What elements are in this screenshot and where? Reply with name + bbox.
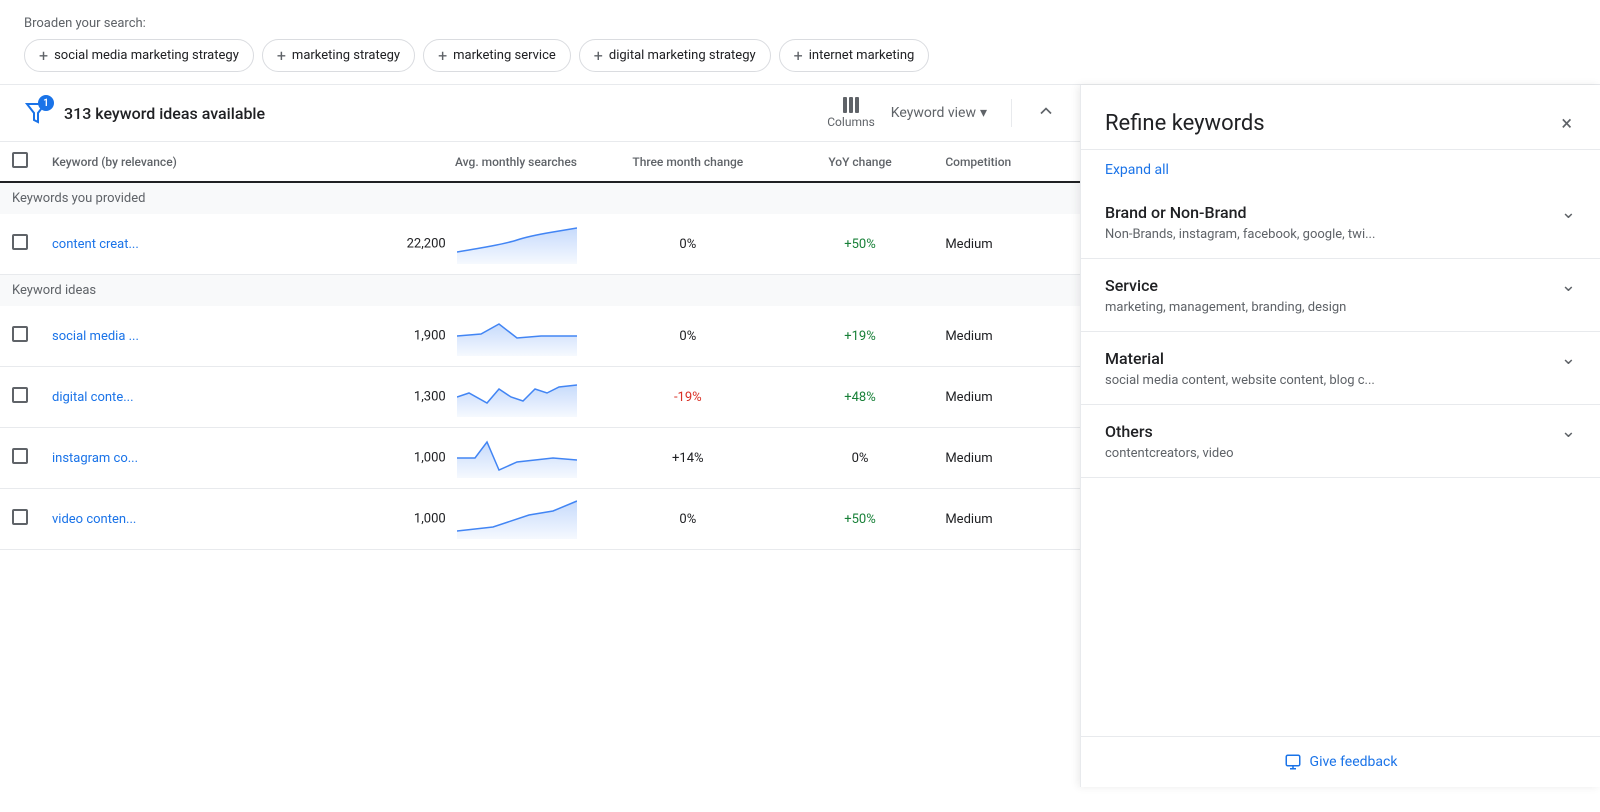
section-label: Keyword ideas xyxy=(0,275,1080,307)
toolbar: 1 313 keyword ideas available Columns Ke… xyxy=(0,85,1080,142)
keywords-table: Keyword (by relevance) Avg. monthly sear… xyxy=(0,142,1080,550)
yoy-cell: +19% xyxy=(787,306,934,367)
three-month-cell: 0% xyxy=(589,306,787,367)
row-checkbox[interactable] xyxy=(12,448,28,464)
keyword-cell: content creat... xyxy=(40,214,304,275)
three-month-cell: +14% xyxy=(589,428,787,489)
chevron-down-icon: ⌄ xyxy=(1561,202,1576,223)
header-three-month: Three month change xyxy=(589,142,787,182)
feedback-label: Give feedback xyxy=(1310,754,1398,770)
table-row: content creat... 22,200 0% +50% Medium xyxy=(0,214,1080,275)
yoy-cell: +48% xyxy=(787,367,934,428)
table-row: instagram co... 1,000 +14% 0% Medium xyxy=(0,428,1080,489)
table-row: digital conte... 1,300 -19% +48% Medium xyxy=(0,367,1080,428)
yoy-cell: 0% xyxy=(787,428,934,489)
three-month-cell: -19% xyxy=(589,367,787,428)
avg-monthly-cell: 1,000 xyxy=(304,489,589,550)
keyword-cell: instagram co... xyxy=(40,428,304,489)
broaden-chip[interactable]: +marketing strategy xyxy=(262,39,415,72)
collapse-button[interactable] xyxy=(1036,101,1056,125)
refine-item-title: Others xyxy=(1105,422,1153,441)
header-competition: Competition xyxy=(933,142,1080,182)
section-ideas: Keyword ideas xyxy=(0,275,1080,307)
row-checkbox[interactable] xyxy=(12,234,28,250)
select-all-checkbox[interactable] xyxy=(12,152,28,168)
refine-item-title: Brand or Non-Brand xyxy=(1105,203,1247,222)
expand-all-link[interactable]: Expand all xyxy=(1081,150,1600,186)
panel-close-button[interactable]: × xyxy=(1557,109,1576,137)
columns-button[interactable]: Columns xyxy=(827,97,875,129)
avg-monthly-cell: 1,000 xyxy=(304,428,589,489)
plus-icon: + xyxy=(594,46,603,65)
keyword-cell: social media ... xyxy=(40,306,304,367)
filter-badge: 1 xyxy=(38,95,54,111)
row-checkbox[interactable] xyxy=(12,509,28,525)
broaden-chip[interactable]: +marketing service xyxy=(423,39,571,72)
view-label: Keyword view xyxy=(891,105,976,121)
refine-item-subtitle: social media content, website content, b… xyxy=(1105,373,1576,388)
table-section: 1 313 keyword ideas available Columns Ke… xyxy=(0,85,1080,787)
header-avg-monthly: Avg. monthly searches xyxy=(304,142,589,182)
competition-cell: Medium xyxy=(933,306,1080,367)
row-checkbox[interactable] xyxy=(12,387,28,403)
chevron-down-icon: ⌄ xyxy=(1561,348,1576,369)
keyword-view-dropdown[interactable]: Keyword view ▾ xyxy=(891,105,987,121)
filter-button[interactable]: 1 xyxy=(24,101,48,125)
row-checkbox[interactable] xyxy=(12,326,28,342)
table-row: video conten... 1,000 0% +50% Medium xyxy=(0,489,1080,550)
refine-item-subtitle: Non-Brands, instagram, facebook, google,… xyxy=(1105,227,1576,242)
avg-monthly-cell: 1,300 xyxy=(304,367,589,428)
refine-item-3[interactable]: Others ⌄ contentcreators, video xyxy=(1081,405,1600,478)
broaden-chip[interactable]: +social media marketing strategy xyxy=(24,39,254,72)
plus-icon: + xyxy=(794,46,803,65)
refine-item-1[interactable]: Service ⌄ marketing, management, brandin… xyxy=(1081,259,1600,332)
three-month-cell: 0% xyxy=(589,489,787,550)
toolbar-divider xyxy=(1011,99,1012,127)
section-provided: Keywords you provided xyxy=(0,182,1080,214)
broaden-search-area: Broaden your search: +social media marke… xyxy=(0,0,1600,85)
columns-label: Columns xyxy=(827,115,875,129)
chevron-down-icon: ▾ xyxy=(980,105,987,121)
broaden-chip[interactable]: +internet marketing xyxy=(779,39,930,72)
chevron-down-icon: ⌄ xyxy=(1561,275,1576,296)
refine-item-0[interactable]: Brand or Non-Brand ⌄ Non-Brands, instagr… xyxy=(1081,186,1600,259)
competition-cell: Medium xyxy=(933,214,1080,275)
refine-panel: Refine keywords × Expand all Brand or No… xyxy=(1080,85,1600,787)
section-label: Keywords you provided xyxy=(0,182,1080,214)
chevron-down-icon: ⌄ xyxy=(1561,421,1576,442)
table-row: social media ... 1,900 0% +19% Medium xyxy=(0,306,1080,367)
broaden-chips: +social media marketing strategy+marketi… xyxy=(24,39,1576,72)
plus-icon: + xyxy=(438,46,447,65)
table-scroll[interactable]: Keyword (by relevance) Avg. monthly sear… xyxy=(0,142,1080,787)
competition-cell: Medium xyxy=(933,489,1080,550)
avg-monthly-cell: 1,900 xyxy=(304,306,589,367)
competition-cell: Medium xyxy=(933,367,1080,428)
plus-icon: + xyxy=(277,46,286,65)
panel-footer: Give feedback xyxy=(1081,736,1600,787)
broaden-chip[interactable]: +digital marketing strategy xyxy=(579,39,771,72)
yoy-cell: +50% xyxy=(787,489,934,550)
refine-item-2[interactable]: Material ⌄ social media content, website… xyxy=(1081,332,1600,405)
main-area: 1 313 keyword ideas available Columns Ke… xyxy=(0,85,1600,787)
plus-icon: + xyxy=(39,46,48,65)
feedback-button[interactable]: Give feedback xyxy=(1284,753,1398,771)
broaden-label: Broaden your search: xyxy=(24,16,1576,31)
three-month-cell: 0% xyxy=(589,214,787,275)
panel-title: Refine keywords xyxy=(1105,111,1265,136)
refine-item-title: Service xyxy=(1105,276,1158,295)
header-yoy: YoY change xyxy=(787,142,934,182)
keyword-cell: video conten... xyxy=(40,489,304,550)
yoy-cell: +50% xyxy=(787,214,934,275)
competition-cell: Medium xyxy=(933,428,1080,489)
refine-item-title: Material xyxy=(1105,349,1164,368)
header-keyword: Keyword (by relevance) xyxy=(40,142,304,182)
refine-item-subtitle: contentcreators, video xyxy=(1105,446,1576,461)
keyword-count: 313 keyword ideas available xyxy=(64,104,811,123)
keyword-cell: digital conte... xyxy=(40,367,304,428)
refine-list: Brand or Non-Brand ⌄ Non-Brands, instagr… xyxy=(1081,186,1600,736)
avg-monthly-cell: 22,200 xyxy=(304,214,589,275)
refine-item-subtitle: marketing, management, branding, design xyxy=(1105,300,1576,315)
panel-header: Refine keywords × xyxy=(1081,85,1600,150)
columns-icon xyxy=(843,97,859,113)
